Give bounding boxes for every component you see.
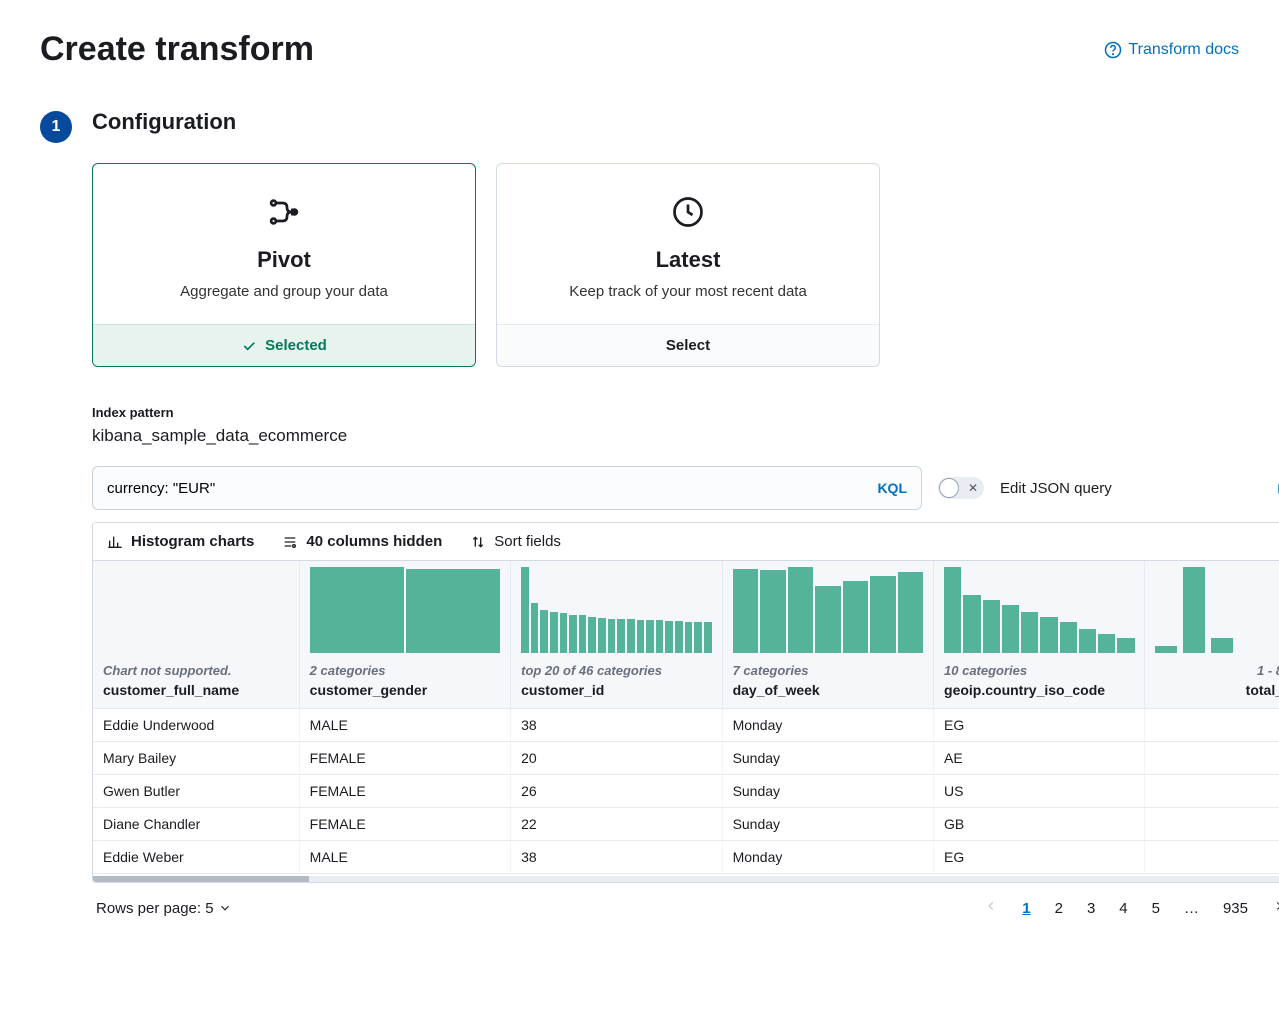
columns-icon (282, 534, 298, 550)
card-pivot-footer: Selected (93, 324, 475, 366)
page-title: Create transform (40, 30, 314, 69)
query-input[interactable] (107, 480, 877, 497)
page-3[interactable]: 3 (1083, 898, 1099, 919)
col-header-total[interactable]: 1 - 8 total_ (1145, 561, 1279, 709)
sort-icon (470, 534, 486, 550)
chevron-down-icon (218, 901, 232, 915)
chart-total (1155, 567, 1279, 653)
check-icon (241, 338, 257, 354)
col-header-geoip[interactable]: 10 categories geoip.country_iso_code (934, 561, 1145, 709)
bar-chart-icon (107, 534, 123, 550)
clock-icon (517, 194, 859, 233)
sort-fields-button[interactable]: Sort fields (470, 533, 561, 550)
col-header-customer_full_name[interactable]: Chart not supported. customer_full_name (93, 561, 299, 709)
columns-hidden-button[interactable]: 40 columns hidden (282, 533, 442, 550)
query-lang-button[interactable]: KQL (877, 480, 907, 496)
page-1[interactable]: 1 (1018, 898, 1034, 919)
page-ellipsis: … (1180, 898, 1203, 919)
edit-json-switch[interactable]: ✕ (938, 477, 984, 499)
table-row[interactable]: Mary BaileyFEMALE20SundayAE (93, 742, 1279, 775)
index-pattern-value: kibana_sample_data_ecommerce (92, 426, 1279, 446)
table-row[interactable]: Gwen ButlerFEMALE26SundayUS (93, 775, 1279, 808)
card-latest-desc: Keep track of your most recent data (517, 283, 859, 300)
pagination: 1 2 3 4 5 … 935 (980, 897, 1279, 919)
card-latest-title: Latest (517, 247, 859, 273)
card-latest-footer: Select (497, 324, 879, 366)
chart-day_of_week (733, 567, 923, 653)
step-badge: 1 (40, 111, 72, 143)
card-pivot-desc: Aggregate and group your data (113, 283, 455, 300)
table-row[interactable]: Eddie WeberMALE38MondayEG (93, 841, 1279, 874)
horizontal-scrollbar[interactable] (93, 876, 1279, 882)
card-pivot-title: Pivot (113, 247, 455, 273)
edit-json-label: Edit JSON query (1000, 480, 1112, 497)
page-next[interactable] (1268, 897, 1279, 919)
chart-geoip (944, 567, 1134, 653)
rows-per-page-button[interactable]: Rows per page: 5 (96, 900, 232, 917)
chart-customer_gender (310, 567, 500, 653)
col-header-customer_id[interactable]: top 20 of 46 categories customer_id (511, 561, 722, 709)
table-row[interactable]: Diane ChandlerFEMALE22SundayGB (93, 808, 1279, 841)
card-pivot[interactable]: Pivot Aggregate and group your data Sele… (92, 163, 476, 367)
page-2[interactable]: 2 (1051, 898, 1067, 919)
col-header-customer_gender[interactable]: 2 categories customer_gender (299, 561, 510, 709)
chart-customer_id (521, 567, 711, 653)
page-last[interactable]: 935 (1219, 898, 1252, 919)
help-icon (1104, 41, 1122, 59)
table-row[interactable]: Eddie UnderwoodMALE38MondayEG (93, 709, 1279, 742)
card-latest[interactable]: Latest Keep track of your most recent da… (496, 163, 880, 367)
step-title: Configuration (92, 109, 1279, 135)
index-pattern-label: Index pattern (92, 405, 1279, 420)
col-header-day_of_week[interactable]: 7 categories day_of_week (722, 561, 933, 709)
x-icon: ✕ (968, 481, 978, 495)
page-5[interactable]: 5 (1148, 898, 1164, 919)
page-4[interactable]: 4 (1115, 898, 1131, 919)
page-prev[interactable] (980, 897, 1002, 919)
pivot-icon (113, 194, 455, 233)
table-body: Eddie UnderwoodMALE38MondayEG Mary Baile… (93, 709, 1279, 874)
histogram-charts-button[interactable]: Histogram charts (107, 533, 254, 550)
data-grid: Histogram charts 40 columns hidden Sort … (92, 522, 1279, 883)
transform-docs-link[interactable]: Transform docs (1104, 41, 1239, 59)
chart-unsupported (103, 567, 289, 653)
query-input-wrap: KQL (92, 466, 922, 510)
